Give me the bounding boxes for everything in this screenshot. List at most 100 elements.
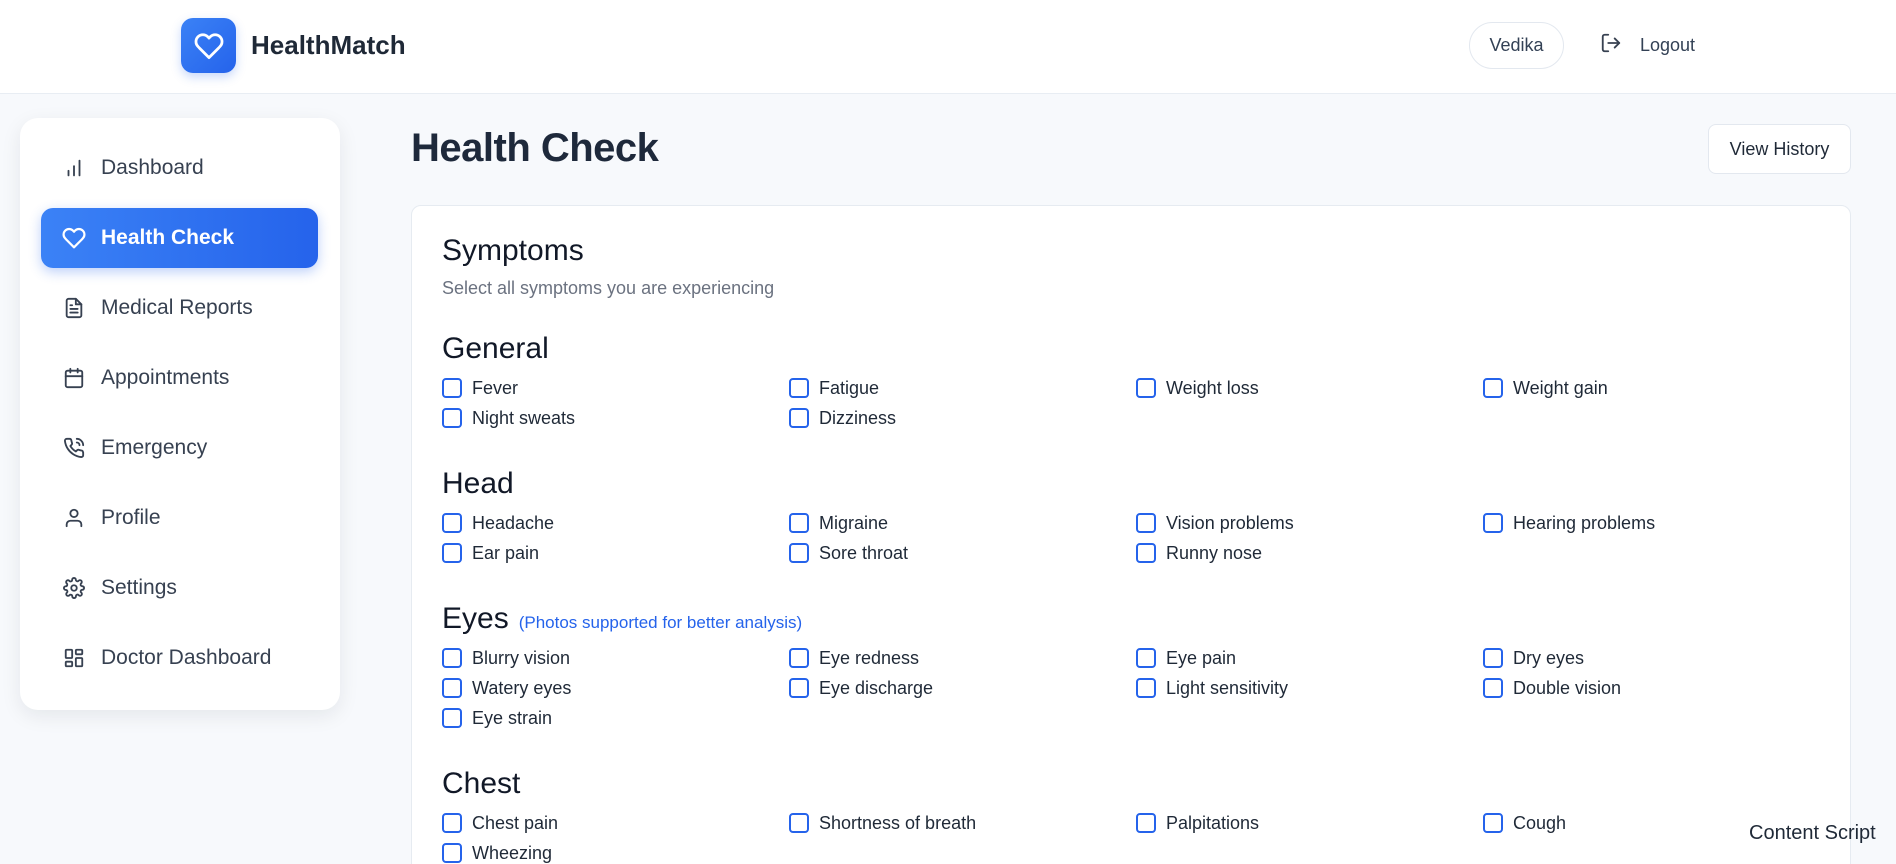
sidebar-item-label: Medical Reports — [101, 296, 253, 319]
checkbox[interactable] — [789, 513, 809, 533]
symptom-group-eyes: Eyes (Photos supported for better analys… — [442, 602, 1842, 728]
option-label: Chest pain — [472, 812, 559, 833]
symptom-option[interactable]: Vision problems — [1136, 512, 1294, 534]
option-label: Watery eyes — [472, 677, 572, 698]
logout-label: Logout — [1640, 35, 1696, 55]
heart-icon — [181, 18, 236, 73]
option-label: Dizziness — [819, 407, 897, 428]
group-title: Chest — [442, 767, 521, 800]
symptom-option[interactable]: Chest pain — [442, 812, 558, 834]
checkbox[interactable] — [442, 378, 462, 398]
option-label: Migraine — [819, 512, 889, 533]
symptom-option[interactable]: Light sensitivity — [1136, 677, 1288, 699]
sidebar-item-settings[interactable]: Settings — [41, 558, 318, 618]
symptom-option[interactable]: Cough — [1483, 812, 1566, 834]
symptom-option[interactable]: Sore throat — [789, 542, 908, 564]
checkbox[interactable] — [1483, 378, 1503, 398]
sidebar-item-medical-reports[interactable]: Medical Reports — [41, 278, 318, 338]
option-label: Double vision — [1513, 677, 1622, 698]
checkbox[interactable] — [442, 678, 462, 698]
checkbox[interactable] — [442, 648, 462, 668]
checkbox[interactable] — [442, 708, 462, 728]
logout-button[interactable]: Logout — [1600, 22, 1695, 69]
option-label: Sore throat — [819, 542, 909, 563]
option-label: Headache — [472, 512, 555, 533]
option-label: Eye discharge — [819, 677, 934, 698]
sidebar-item-appointments[interactable]: Appointments — [41, 348, 318, 408]
checkbox[interactable] — [1136, 378, 1156, 398]
symptoms-card: Symptoms Select all symptoms you are exp… — [411, 205, 1851, 864]
sidebar-item-label: Settings — [101, 576, 177, 599]
gear-icon — [61, 575, 87, 601]
symptom-option[interactable]: Ear pain — [442, 542, 539, 564]
symptom-option[interactable]: Double vision — [1483, 677, 1621, 699]
symptom-option[interactable]: Eye discharge — [789, 677, 933, 699]
checkbox[interactable] — [442, 513, 462, 533]
symptom-option[interactable]: Weight loss — [1136, 377, 1259, 399]
sidebar-item-emergency[interactable]: Emergency — [41, 418, 318, 478]
top-header: HealthMatch Vedika Logout — [0, 0, 1896, 94]
symptom-group-chest: Chest Chest pain Shortness of breath Pal… — [442, 767, 1842, 863]
symptom-option[interactable]: Shortness of breath — [789, 812, 976, 834]
option-label: Night sweats — [472, 407, 576, 428]
checkbox[interactable] — [1136, 513, 1156, 533]
symptom-option[interactable]: Hearing problems — [1483, 512, 1655, 534]
checkbox[interactable] — [442, 843, 462, 863]
checkbox[interactable] — [789, 543, 809, 563]
checkbox[interactable] — [1483, 648, 1503, 668]
photo-support-note: (Photos supported for better analysis) — [518, 613, 803, 632]
checkbox[interactable] — [442, 813, 462, 833]
option-label: Fatigue — [819, 377, 880, 398]
file-text-icon — [61, 295, 87, 321]
option-label: Palpitations — [1166, 812, 1260, 833]
symptom-option[interactable]: Migraine — [789, 512, 888, 534]
symptom-option[interactable]: Eye strain — [442, 707, 552, 729]
option-label: Dry eyes — [1513, 647, 1585, 668]
symptom-option[interactable]: Palpitations — [1136, 812, 1259, 834]
checkbox[interactable] — [1136, 813, 1156, 833]
sidebar-item-health-check[interactable]: Health Check — [41, 208, 318, 268]
checkbox[interactable] — [1483, 513, 1503, 533]
sidebar-item-label: Emergency — [101, 436, 208, 459]
option-label: Weight gain — [1513, 377, 1608, 398]
checkbox[interactable] — [1483, 813, 1503, 833]
symptom-option[interactable]: Eye redness — [789, 647, 919, 669]
checkbox[interactable] — [442, 408, 462, 428]
symptom-option[interactable]: Eye pain — [1136, 647, 1236, 669]
checkbox[interactable] — [1136, 648, 1156, 668]
symptom-option[interactable]: Headache — [442, 512, 554, 534]
view-history-button[interactable]: View History — [1708, 124, 1851, 174]
checkbox[interactable] — [789, 678, 809, 698]
sidebar-item-profile[interactable]: Profile — [41, 488, 318, 548]
symptom-option[interactable]: Runny nose — [1136, 542, 1262, 564]
symptom-option[interactable]: Weight gain — [1483, 377, 1608, 399]
checkbox[interactable] — [789, 408, 809, 428]
symptom-option[interactable]: Dizziness — [789, 407, 896, 429]
card-title: Symptoms — [442, 234, 584, 267]
sidebar-item-label: Doctor Dashboard — [101, 646, 272, 669]
symptom-option[interactable]: Fever — [442, 377, 518, 399]
user-button[interactable]: Vedika — [1469, 22, 1564, 69]
option-label: Blurry vision — [472, 647, 571, 668]
checkbox[interactable] — [1136, 678, 1156, 698]
symptom-option[interactable]: Wheezing — [442, 842, 552, 864]
sidebar-item-label: Profile — [101, 506, 161, 529]
symptom-option[interactable]: Dry eyes — [1483, 647, 1584, 669]
brand[interactable]: HealthMatch — [181, 18, 406, 73]
symptom-option[interactable]: Fatigue — [789, 377, 879, 399]
sidebar: Dashboard Health Check Medical Reports A… — [20, 118, 340, 710]
sidebar-item-dashboard[interactable]: Dashboard — [41, 138, 318, 198]
checkbox[interactable] — [789, 648, 809, 668]
checkbox[interactable] — [1136, 543, 1156, 563]
symptom-option[interactable]: Blurry vision — [442, 647, 570, 669]
checkbox[interactable] — [442, 543, 462, 563]
sidebar-item-label: Appointments — [101, 366, 230, 389]
symptom-option[interactable]: Watery eyes — [442, 677, 571, 699]
checkbox[interactable] — [789, 813, 809, 833]
sidebar-item-doctor-dashboard[interactable]: Doctor Dashboard — [41, 628, 318, 688]
logout-icon — [1600, 32, 1622, 59]
option-label: Cough — [1513, 812, 1567, 833]
checkbox[interactable] — [1483, 678, 1503, 698]
symptom-option[interactable]: Night sweats — [442, 407, 575, 429]
checkbox[interactable] — [789, 378, 809, 398]
